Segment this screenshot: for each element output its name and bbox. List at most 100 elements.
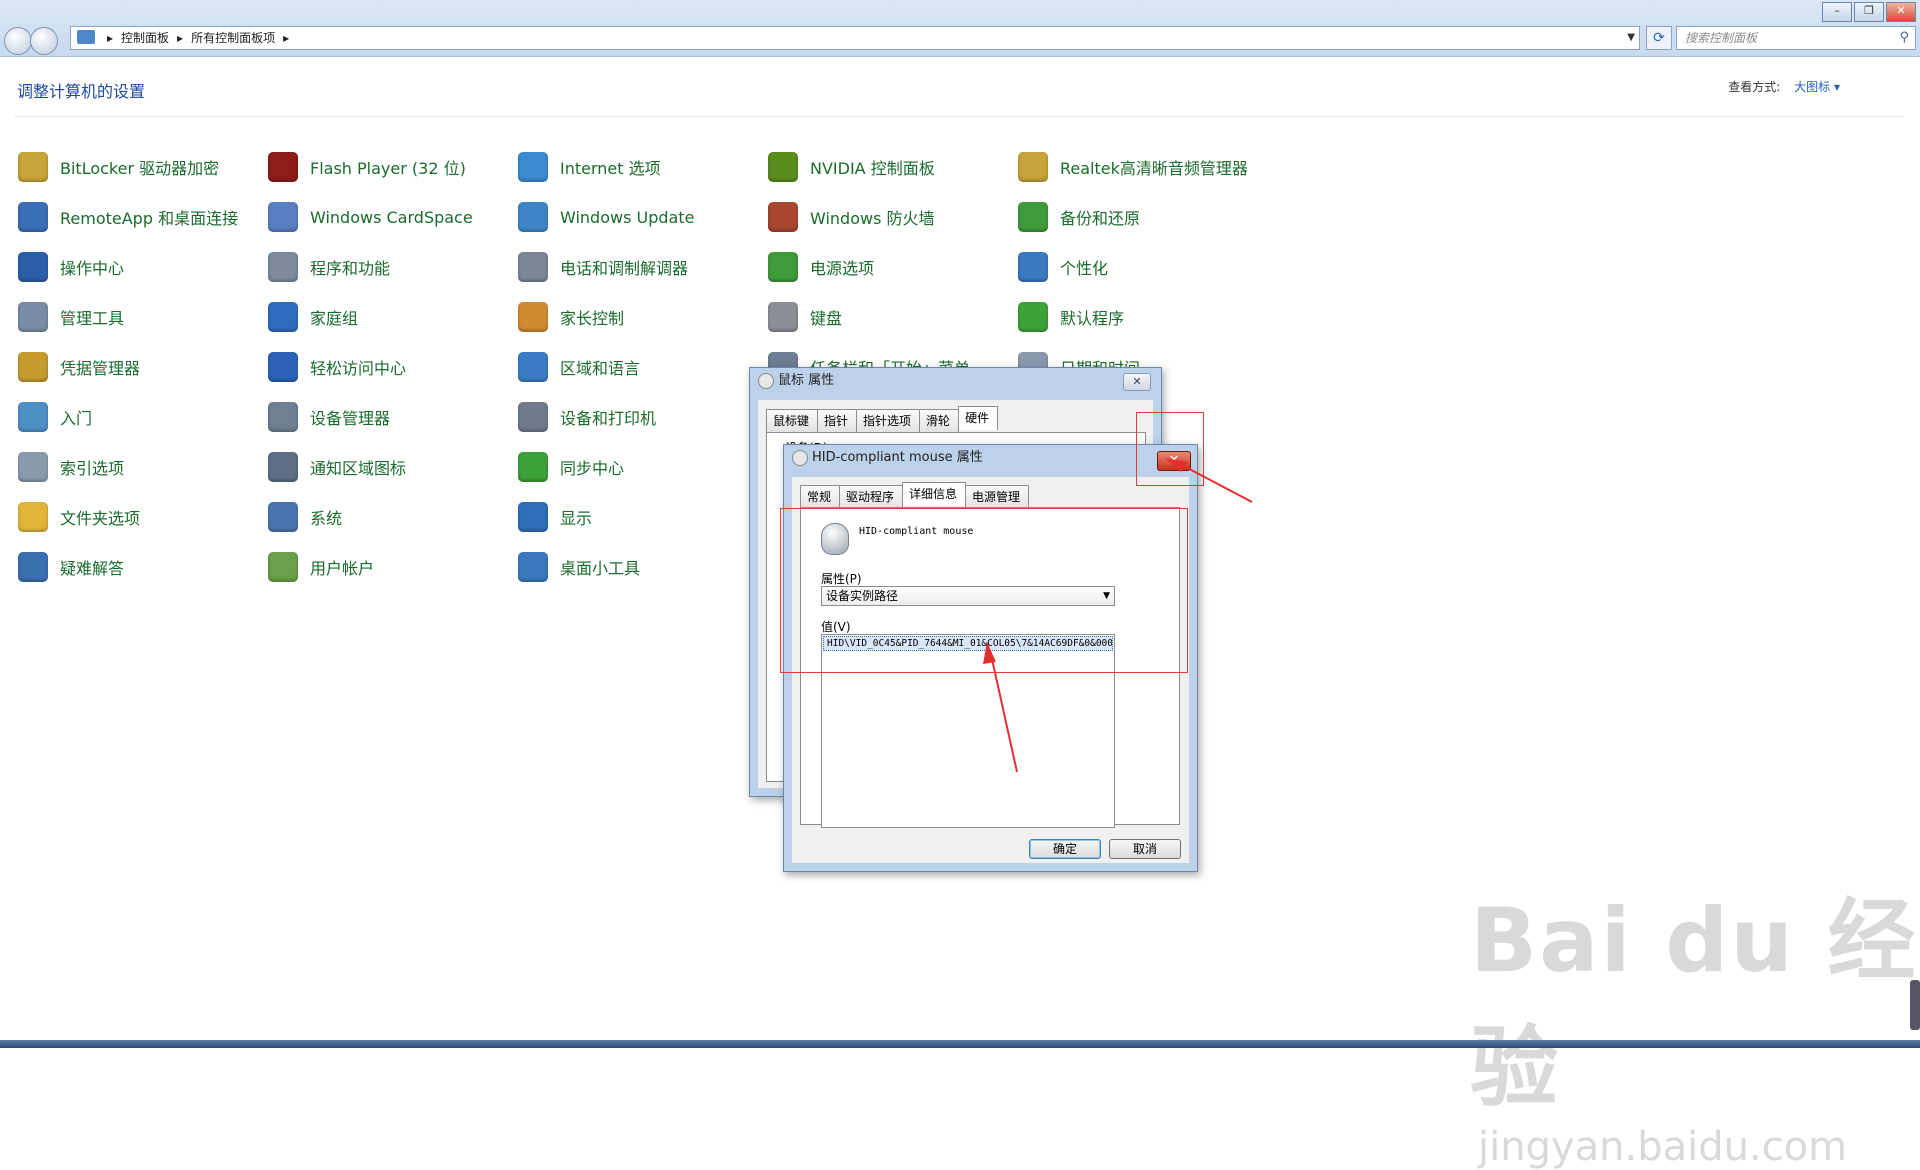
forward-button[interactable] (30, 27, 58, 55)
control-panel-item-label: 索引选项 (60, 459, 125, 478)
tab-mouse_dialog-0[interactable]: 鼠标键 (766, 409, 819, 433)
control-panel-item[interactable]: 备份和还原 (1018, 200, 1140, 234)
breadcrumb-control-panel[interactable]: 控制面板 (121, 31, 169, 45)
control-panel-item-label: Windows CardSpace (310, 207, 473, 227)
control-panel-item[interactable]: 用户帐户 (268, 550, 374, 584)
control-panel-item[interactable]: 凭据管理器 (18, 350, 140, 384)
tab-hid_dialog-0[interactable]: 常规 (800, 485, 841, 509)
hid-dialog-close-button[interactable]: ✕ (1157, 451, 1191, 471)
control-panel-item[interactable]: Windows Update (518, 200, 694, 234)
control-panel-item-label: 疑难解答 (60, 559, 125, 578)
backup-restore-icon (1018, 202, 1048, 232)
back-button[interactable] (4, 27, 32, 55)
mouse-dialog-close-button[interactable]: ✕ (1123, 373, 1151, 391)
control-panel-item[interactable]: 桌面小工具 (518, 550, 640, 584)
tab-hid_dialog-3[interactable]: 电源管理 (965, 485, 1030, 509)
control-panel-item-label: 程序和功能 (310, 259, 391, 278)
control-panel-item[interactable]: 文件夹选项 (18, 500, 140, 534)
control-panel-item[interactable]: Internet 选项 (518, 150, 661, 184)
control-panel-item[interactable]: 同步中心 (518, 450, 624, 484)
maximize-button[interactable]: ❐ (1854, 2, 1884, 22)
control-panel-item[interactable]: 疑难解答 (18, 550, 124, 584)
control-panel-item[interactable]: 轻松访问中心 (268, 350, 406, 384)
control-panel-item[interactable]: 区域和语言 (518, 350, 640, 384)
value-item[interactable]: HID\VID_0C45&PID_7644&MI_01&COL05\7&14AC… (823, 636, 1113, 651)
breadcrumb: ▸ 控制面板 ▸ 所有控制面板项 ▸ (107, 31, 290, 45)
control-panel-item-label: Realtek高清晰音频管理器 (1060, 159, 1248, 178)
divider (14, 116, 1904, 117)
control-panel-item[interactable]: 设备管理器 (268, 400, 390, 434)
control-panel-item-label: 设备和打印机 (560, 409, 657, 428)
mouse-dialog-titlebar: 鼠标 属性 ✕ (750, 368, 1161, 394)
indexing-icon (18, 452, 48, 482)
sync-center-icon (518, 452, 548, 482)
internet-options-icon (518, 152, 548, 182)
breadcrumb-all-items[interactable]: 所有控制面板项 (191, 31, 275, 45)
minimize-button[interactable]: – (1822, 2, 1852, 22)
chevron-down-icon[interactable]: ▼ (1627, 27, 1635, 49)
tab-mouse_dialog-3[interactable]: 滑轮 (919, 409, 960, 433)
control-panel-item[interactable]: 设备和打印机 (518, 400, 656, 434)
control-panel-item-label: 电话和调制解调器 (560, 259, 689, 278)
mouse-device-icon (821, 523, 849, 555)
control-panel-item[interactable]: 入门 (18, 400, 92, 434)
control-panel-item[interactable]: 管理工具 (18, 300, 124, 334)
control-panel-item[interactable]: 电话和调制解调器 (518, 250, 688, 284)
control-panel-item-label: 文件夹选项 (60, 509, 141, 528)
credential-manager-icon (18, 352, 48, 382)
parental-controls-icon (518, 302, 548, 332)
search-icon: ⚲ (1899, 30, 1909, 45)
control-panel-item[interactable]: 键盘 (768, 300, 842, 334)
property-select[interactable]: 设备实例路径 ▼ (821, 586, 1115, 606)
control-panel-item[interactable]: 默认程序 (1018, 300, 1124, 334)
control-panel-item[interactable]: 个性化 (1018, 250, 1108, 284)
search-input[interactable]: 搜索控制面板 ⚲ (1676, 26, 1916, 50)
control-panel-item[interactable]: 索引选项 (18, 450, 124, 484)
user-accounts-icon (268, 552, 298, 582)
control-panel-item[interactable]: Flash Player (32 位) (268, 150, 466, 184)
realtek-audio-icon (1018, 152, 1048, 182)
control-panel-item[interactable]: 通知区域图标 (268, 450, 406, 484)
address-bar[interactable]: ▸ 控制面板 ▸ 所有控制面板项 ▸ ▼ (70, 26, 1640, 50)
control-panel-item[interactable]: 家庭组 (268, 300, 358, 334)
action-center-flag-icon (18, 252, 48, 282)
ok-button[interactable]: 确定 (1029, 839, 1101, 859)
control-panel-item[interactable]: 系统 (268, 500, 342, 534)
view-by: 查看方式: 大图标 ▾ (1728, 80, 1840, 94)
control-panel-item[interactable]: 显示 (518, 500, 592, 534)
tab-mouse_dialog-2[interactable]: 指针选项 (856, 409, 921, 433)
tab-hid_dialog-2[interactable]: 详细信息 (902, 482, 967, 506)
folder-options-icon (18, 502, 48, 532)
personalization-icon (1018, 252, 1048, 282)
window-titlebar: – ❐ ✕ ▸ 控制面板 ▸ 所有控制面板项 ▸ ▼ ⟳ 搜索控制面板 ⚲ (0, 0, 1920, 57)
control-panel-item-label: 桌面小工具 (560, 559, 641, 578)
tab-hid_dialog-1[interactable]: 驱动程序 (839, 485, 904, 509)
value-list[interactable]: HID\VID_0C45&PID_7644&MI_01&COL05\7&14AC… (821, 634, 1115, 828)
control-panel-item[interactable]: 电源选项 (768, 250, 874, 284)
scrollbar-thumb[interactable] (1910, 980, 1920, 1030)
control-panel-item[interactable]: Windows CardSpace (268, 200, 473, 234)
control-panel-item[interactable]: 操作中心 (18, 250, 124, 284)
close-window-button[interactable]: ✕ (1886, 2, 1916, 22)
device-manager-icon (268, 402, 298, 432)
control-panel-item-label: BitLocker 驱动器加密 (60, 159, 220, 178)
admin-tools-icon (18, 302, 48, 332)
control-panel-item[interactable]: BitLocker 驱动器加密 (18, 150, 219, 184)
control-panel-item[interactable]: NVIDIA 控制面板 (768, 150, 935, 184)
control-panel-item-label: Windows 防火墙 (810, 209, 935, 228)
control-panel-item[interactable]: Windows 防火墙 (768, 200, 935, 234)
control-panel-item[interactable]: 程序和功能 (268, 250, 390, 284)
view-by-dropdown[interactable]: 大图标 ▾ (1794, 80, 1840, 94)
cancel-button[interactable]: 取消 (1109, 839, 1181, 859)
control-panel-item[interactable]: RemoteApp 和桌面连接 (18, 200, 238, 234)
tab-mouse_dialog-1[interactable]: 指针 (817, 409, 858, 433)
refresh-button[interactable]: ⟳ (1646, 26, 1672, 50)
control-panel-item[interactable]: Realtek高清晰音频管理器 (1018, 150, 1248, 184)
control-panel-item[interactable]: 家长控制 (518, 300, 624, 334)
cardspace-icon (268, 202, 298, 232)
tab-mouse_dialog-4[interactable]: 硬件 (958, 406, 999, 430)
default-programs-icon (1018, 302, 1048, 332)
control-panel-item-label: 默认程序 (1060, 309, 1125, 328)
region-language-icon (518, 352, 548, 382)
keyboard-icon (768, 302, 798, 332)
